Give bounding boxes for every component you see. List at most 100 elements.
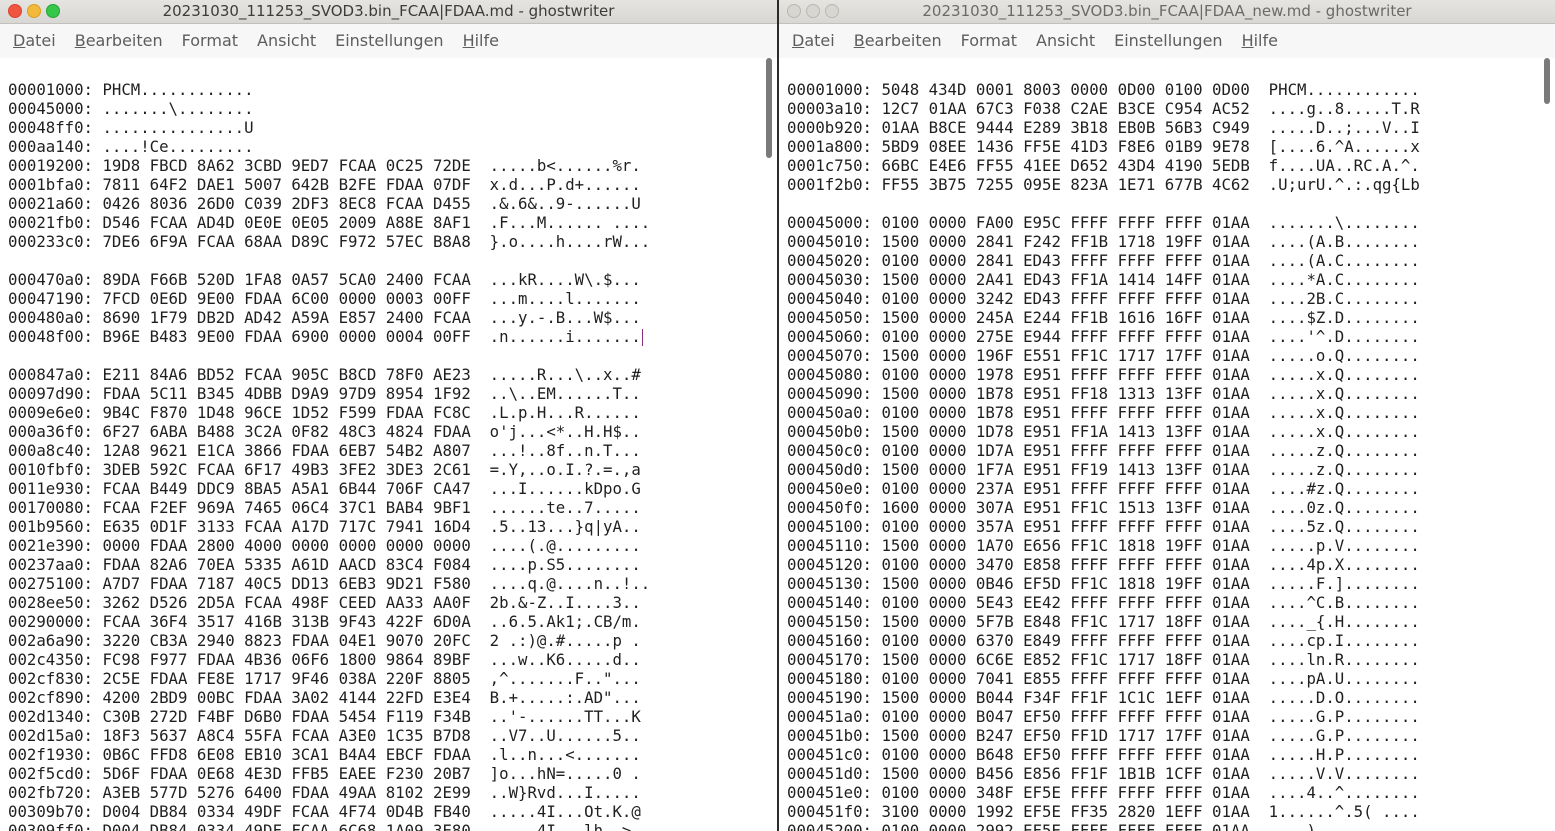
hexdump-line: 002f1930: 0B6C FFD8 6E08 EB10 3CA1 B4A4 … — [8, 745, 650, 764]
hexdump-line: 000450b0: 1500 0000 1D78 E951 FF1A 1413 … — [787, 422, 1439, 441]
scrollbar-thumb[interactable] — [1544, 58, 1550, 104]
hexdump-line-text: 000450e0: 0100 0000 237A E951 FFFF FFFF … — [787, 479, 1420, 498]
hexdump-line: 000233c0: 7DE6 6F9A FCAA 68AA D89C F972 … — [8, 232, 650, 251]
hexdump-line: 00045150: 1500 0000 5F7B E848 FF1C 1717 … — [787, 612, 1439, 631]
hexdump-line: 000451d0: 1500 0000 B456 E856 FF1F 1B1B … — [787, 764, 1439, 783]
menu-einstellungen[interactable]: Einstellungen — [1104, 24, 1231, 58]
menu-datei[interactable]: Datei — [782, 24, 844, 58]
hexdump-line-text: 000451d0: 1500 0000 B456 E856 FF1F 1B1B … — [787, 764, 1420, 783]
menu-hilfe[interactable]: Hilfe — [1232, 24, 1287, 58]
hexdump-line: 00237aa0: FDAA 82A6 70EA 5335 A61D AACD … — [8, 555, 650, 574]
hexdump-line: 00045050: 1500 0000 245A E244 FF1B 1616 … — [787, 308, 1439, 327]
hexdump-line-text: 00045110: 1500 0000 1A70 E656 FF1C 1818 … — [787, 536, 1420, 555]
hexdump-line-text: 0001bfa0: 7811 64F2 DAE1 5007 642B B2FE … — [8, 175, 641, 194]
hexdump-line: 00045070: 1500 0000 196F E551 FF1C 1717 … — [787, 346, 1439, 365]
menu-hilfe[interactable]: Hilfe — [453, 24, 508, 58]
hexdump-line: 000451c0: 0100 0000 B648 EF50 FFFF FFFF … — [787, 745, 1439, 764]
hexdump-line-text: 0028ee50: 3262 D526 2D5A FCAA 498F CEED … — [8, 593, 641, 612]
menu-mnemonic: E — [1114, 31, 1125, 50]
hexdump-line-text: 002cf830: 2C5E FDAA FE8E 1717 9F46 038A … — [8, 669, 641, 688]
hexdump-line: 00309ff0: D004 DB84 0334 49DF FCAA 6C68 … — [8, 821, 650, 831]
hexdump-line: 000480a0: 8690 1F79 DB2D AD42 A59A E857 … — [8, 308, 650, 327]
hexdump-line: 000847a0: E211 84A6 BD52 FCAA 905C B8CD … — [8, 365, 650, 384]
hexdump-line-text: 0001a800: 5BD9 08EE 1436 FF5E 41D3 F8E6 … — [787, 137, 1420, 156]
hexdump-line-text: 00045150: 1500 0000 5F7B E848 FF1C 1717 … — [787, 612, 1420, 631]
menu-bearbeiten[interactable]: Bearbeiten — [844, 24, 951, 58]
hexdump-line-text: 000451a0: 0100 0000 B047 EF50 FFFF FFFF … — [787, 707, 1420, 726]
menu-mnemonic: D — [792, 31, 805, 50]
hexdump-line: 00045130: 1500 0000 0B46 EF5D FF1C 1818 … — [787, 574, 1439, 593]
hexdump-line: 000451f0: 3100 0000 1992 EF5E FF35 2820 … — [787, 802, 1439, 821]
hexdump-line-text: 00045020: 0100 0000 2841 ED43 FFFF FFFF … — [787, 251, 1420, 270]
menu-ansicht[interactable]: Ansicht — [1026, 24, 1104, 58]
hexdump-line: 00309b70: D004 DB84 0334 49DF FCAA 4F74 … — [8, 802, 650, 821]
menu-format[interactable]: Format — [172, 24, 247, 58]
hexdump-line: 0001f2b0: FF55 3B75 7255 095E 823A 1E71 … — [787, 175, 1439, 194]
editor-window-left: 20231030_111253_SVOD3.bin_FCAA|FDAA.md -… — [0, 0, 777, 831]
text-editor[interactable]: 00001000: 5048 434D 0001 8003 0000 0D00 … — [779, 58, 1555, 831]
hexdump-line: 00021a60: 0426 8036 26D0 C039 2DF3 8EC8 … — [8, 194, 650, 213]
hexdump-line-text: 00045080: 0100 0000 1978 E951 FFFF FFFF … — [787, 365, 1420, 384]
title-bar[interactable]: 20231030_111253_SVOD3.bin_FCAA|FDAA_new.… — [779, 0, 1555, 24]
hexdump-line: 000450d0: 1500 0000 1F7A E951 FF19 1413 … — [787, 460, 1439, 479]
hexdump-line-text: 0011e930: FCAA B449 DDC9 8BA5 A5A1 6B44 … — [8, 479, 641, 498]
hexdump-line: 000451a0: 0100 0000 B047 EF50 FFFF FFFF … — [787, 707, 1439, 726]
hexdump-line: 00045030: 1500 0000 2A41 ED43 FF1A 1414 … — [787, 270, 1439, 289]
hexdump-line: 002cf830: 2C5E FDAA FE8E 1717 9F46 038A … — [8, 669, 650, 688]
hexdump-line-text: 00045000: .......\........ — [8, 99, 254, 118]
menu-format[interactable]: Format — [951, 24, 1026, 58]
hexdump-line-text: 00045170: 1500 0000 6C6E E852 FF1C 1717 … — [787, 650, 1420, 669]
hexdump-line: 00045140: 0100 0000 5E43 EE42 FFFF FFFF … — [787, 593, 1439, 612]
hexdump-line: 000470a0: 89DA F66B 520D 1FA8 0A57 5CA0 … — [8, 270, 650, 289]
hexdump-line: 000aa140: ....!Ce......... — [8, 137, 650, 156]
menu-label: ilfe — [474, 31, 499, 50]
hexdump-line-text: 00045000: 0100 0000 FA00 E95C FFFF FFFF … — [787, 213, 1420, 232]
menu-label: atei — [804, 31, 835, 50]
hexdump-line-text: 00045200: 0100 0000 2992 EF5E FFFF FFFF … — [787, 821, 1439, 831]
vertical-scrollbar[interactable] — [1542, 58, 1551, 831]
hexdump-line-text: 00045190: 1500 0000 B044 F34F FF1F 1C1C … — [787, 688, 1420, 707]
hexdump-line: 0028ee50: 3262 D526 2D5A FCAA 498F CEED … — [8, 593, 650, 612]
hexdump-line-text: 00045030: 1500 0000 2A41 ED43 FF1A 1414 … — [787, 270, 1420, 289]
menu-ansicht[interactable]: Ansicht — [247, 24, 325, 58]
text-editor[interactable]: 00001000: PHCM............ 00045000: ....… — [0, 58, 777, 831]
menu-bearbeiten[interactable]: Bearbeiten — [65, 24, 172, 58]
hexdump-line-text: 00275100: A7D7 FDAA 7187 40C5 DD13 6EB3 … — [8, 574, 651, 593]
title-bar[interactable]: 20231030_111253_SVOD3.bin_FCAA|FDAA.md -… — [0, 0, 777, 24]
hexdump-line: 00021fb0: D546 FCAA AD4D 0E0E 0E05 2009 … — [8, 213, 650, 232]
menu-label: ilfe — [1253, 31, 1278, 50]
hexdump-line: 00045170: 1500 0000 6C6E E852 FF1C 1717 … — [787, 650, 1439, 669]
scrollbar-thumb[interactable] — [766, 58, 772, 158]
menu-bar: Datei Bearbeiten Format Ansicht Einstellunge… — [0, 24, 777, 59]
menu-mnemonic: B — [853, 31, 865, 50]
hexdump-line-text: 000450a0: 0100 0000 1B78 E951 FFFF FFFF … — [787, 403, 1420, 422]
vertical-scrollbar[interactable] — [764, 58, 773, 831]
menu-einstellungen[interactable]: Einstellungen — [325, 24, 452, 58]
menu-datei[interactable]: Datei — [3, 24, 65, 58]
hexdump-line-text: 0001f2b0: FF55 3B75 7255 095E 823A 1E71 … — [787, 175, 1420, 194]
hexdump-line-text: 00048f00: B96E B483 9E00 FDAA 6900 0000 … — [8, 327, 641, 346]
hexdump-line: 0009e6e0: 9B4C F870 1D48 96CE 1D52 F599 … — [8, 403, 650, 422]
hexdump-line-text: 002cf890: 4200 2BD9 00BC FDAA 3A02 4144 … — [8, 688, 641, 707]
hexdump-line: 00045080: 0100 0000 1978 E951 FFFF FFFF … — [787, 365, 1439, 384]
hexdump-line-text: 000450f0: 1600 0000 307A E951 FF1C 1513 … — [787, 498, 1420, 517]
hexdump-line: 00045010: 1500 0000 2841 F242 FF1B 1718 … — [787, 232, 1439, 251]
hexdump-line-text: 002d1340: C30B 272D F4BF D6B0 FDAA 5454 … — [8, 707, 641, 726]
hexdump-line: 001b9560: E635 0D1F 3133 FCAA A17D 717C … — [8, 517, 650, 536]
hexdump-line-text: 0000b920: 01AA B8CE 9444 E289 3B18 EB0B … — [787, 118, 1420, 137]
hexdump-line: 00045020: 0100 0000 2841 ED43 FFFF FFFF … — [787, 251, 1439, 270]
hexdump-line-text: 000470a0: 89DA F66B 520D 1FA8 0A57 5CA0 … — [8, 270, 641, 289]
hexdump-line: 002fb720: A3EB 577D 5276 6400 FDAA 49AA … — [8, 783, 650, 802]
hexdump-line-text: 00309b70: D004 DB84 0334 49DF FCAA 4F74 … — [8, 802, 641, 821]
hexdump-line-text: 000450d0: 1500 0000 1F7A E951 FF19 1413 … — [787, 460, 1420, 479]
hexdump-line: 00045000: 0100 0000 FA00 E95C FFFF FFFF … — [787, 213, 1439, 232]
hexdump-line: 0001bfa0: 7811 64F2 DAE1 5007 642B B2FE … — [8, 175, 650, 194]
hexdump-line: 00001000: PHCM............ — [8, 80, 650, 99]
hexdump-line-text: 000450c0: 0100 0000 1D7A E951 FFFF FFFF … — [787, 441, 1420, 460]
hexdump-line-text: 00019200: 19D8 FBCD 8A62 3CBD 9ED7 FCAA … — [8, 156, 641, 175]
text-cursor — [641, 329, 643, 346]
window-title: 20231030_111253_SVOD3.bin_FCAA|FDAA.md -… — [162, 2, 615, 20]
hexdump-line-text: 0010fbf0: 3DEB 592C FCAA 6F17 49B3 3FE2 … — [8, 460, 641, 479]
menu-mnemonic: H — [462, 31, 475, 50]
